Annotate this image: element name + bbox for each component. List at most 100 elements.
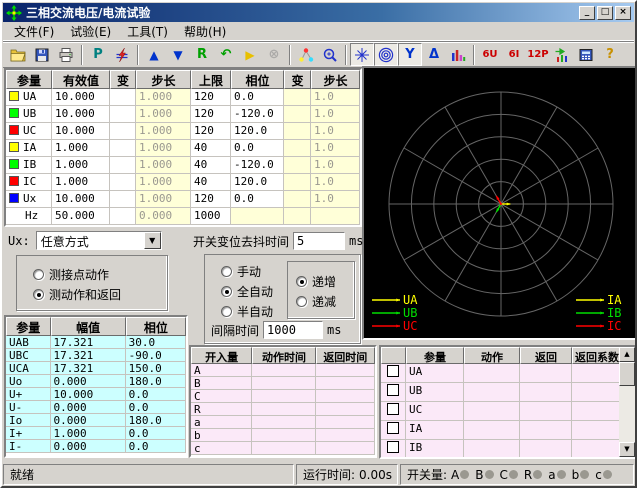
save-button[interactable] <box>30 43 54 66</box>
value-cell[interactable]: 10.000 <box>52 106 110 123</box>
radio-icon[interactable] <box>33 269 44 280</box>
auto-mode-option[interactable]: 半自动 <box>221 303 297 320</box>
minimize-button[interactable]: _ <box>579 6 595 20</box>
radio-icon[interactable] <box>33 289 44 300</box>
start-test-button[interactable]: ▶ <box>238 43 262 66</box>
value-cell[interactable]: 10.000 <box>52 191 110 208</box>
radio-icon[interactable] <box>221 286 232 297</box>
burst-view-button[interactable] <box>350 43 374 66</box>
column-header[interactable]: 返回系数 <box>572 347 621 364</box>
undo-button[interactable]: ↶ <box>214 43 238 66</box>
column-header[interactable]: 参量 <box>406 347 464 364</box>
column-header[interactable]: 有效值 <box>52 70 110 89</box>
column-header[interactable]: 动作 <box>464 347 520 364</box>
column-header[interactable]: 步长 <box>136 70 191 89</box>
six-i-button[interactable]: 6I <box>502 43 526 66</box>
checkbox-cell[interactable] <box>381 364 406 383</box>
fault-trigger-button[interactable] <box>110 43 134 66</box>
radio-icon[interactable] <box>221 306 232 317</box>
column-header[interactable] <box>381 347 406 364</box>
value-cell[interactable]: 1.000 <box>52 174 110 191</box>
scroll-thumb[interactable] <box>619 362 635 386</box>
column-header[interactable]: 返回时间 <box>316 347 375 364</box>
column-header[interactable]: 步长 <box>311 70 360 89</box>
value-cell[interactable]: 1.000 <box>52 140 110 157</box>
column-header[interactable]: 相位 <box>231 70 284 89</box>
column-header[interactable]: 参量 <box>6 70 52 89</box>
radio-icon[interactable] <box>296 276 307 287</box>
help-button[interactable]: ? <box>598 43 622 66</box>
checkbox-cell[interactable] <box>381 402 406 421</box>
value-cell[interactable]: 120.0 <box>231 123 284 140</box>
menu-test[interactable]: 试验(E) <box>63 21 118 42</box>
interval-input[interactable]: 1000 <box>263 321 323 339</box>
value-cell[interactable]: -120.0 <box>231 157 284 174</box>
row-checkbox[interactable] <box>387 403 399 415</box>
column-header[interactable]: 开入量 <box>191 347 252 364</box>
value-cell[interactable]: 0.0 <box>231 89 284 106</box>
column-header[interactable]: 幅值 <box>51 317 126 336</box>
column-header[interactable]: 参量 <box>6 317 51 336</box>
value-cell[interactable]: 10.000 <box>52 123 110 140</box>
chevron-down-icon[interactable]: ▼ <box>144 232 161 249</box>
value-cell[interactable]: 0.0 <box>231 140 284 157</box>
menu-help[interactable]: 帮助(H) <box>177 21 233 42</box>
direction-option[interactable]: 递减 <box>296 293 354 310</box>
twelve-p-button[interactable]: 12P <box>526 43 550 66</box>
auto-mode-option[interactable]: 手动 <box>221 263 297 280</box>
radio-icon[interactable] <box>296 296 307 307</box>
six-u-button[interactable]: 6U <box>478 43 502 66</box>
delta-connection-button[interactable]: Δ <box>422 43 446 66</box>
value-cell[interactable]: -120.0 <box>231 106 284 123</box>
scroll-down-icon[interactable]: ▼ <box>619 442 635 457</box>
checkbox-cell[interactable] <box>381 383 406 402</box>
step-down-button[interactable]: ▼ <box>166 43 190 66</box>
maximize-button[interactable]: □ <box>597 6 613 20</box>
six-i-icon: 6I <box>509 50 520 60</box>
close-button[interactable]: × <box>615 6 631 20</box>
row-checkbox[interactable] <box>387 365 399 377</box>
contact-mode-option[interactable]: 测动作和返回 <box>33 286 167 303</box>
column-header[interactable]: 返回 <box>520 347 572 364</box>
wye-connection-button[interactable]: Y <box>398 43 422 66</box>
print-button[interactable] <box>54 43 78 66</box>
bar-graph-button[interactable] <box>446 43 470 66</box>
value-cell[interactable]: 120.0 <box>231 174 284 191</box>
checkbox-cell[interactable] <box>381 421 406 440</box>
parameter-name-cell: Ux <box>6 191 52 208</box>
color-swatch <box>9 91 19 101</box>
row-checkbox[interactable] <box>387 422 399 434</box>
rings-view-button[interactable] <box>374 43 398 66</box>
value-cell[interactable]: 1.000 <box>52 157 110 174</box>
ux-mode-select[interactable]: 任意方式 ▼ <box>36 231 162 250</box>
value-cell[interactable]: 10.000 <box>52 89 110 106</box>
auto-mode-option[interactable]: 全自动 <box>221 283 297 300</box>
radio-icon[interactable] <box>221 266 232 277</box>
row-checkbox[interactable] <box>387 384 399 396</box>
column-header[interactable]: 变 <box>110 70 136 89</box>
vector-diagram-button[interactable] <box>294 43 318 66</box>
direction-option[interactable]: 递增 <box>296 273 354 290</box>
column-header[interactable]: 动作时间 <box>252 347 315 364</box>
value-cell[interactable]: 50.000 <box>52 208 110 225</box>
output-map-button[interactable] <box>550 43 574 66</box>
parameter-button[interactable]: P <box>86 43 110 66</box>
column-header[interactable]: 相位 <box>126 317 186 336</box>
row-checkbox[interactable] <box>387 441 399 453</box>
step-up-button[interactable]: ▲ <box>142 43 166 66</box>
contact-mode-option[interactable]: 测接点动作 <box>33 266 167 283</box>
value-cell[interactable] <box>231 208 284 225</box>
column-header[interactable]: 上限 <box>191 70 231 89</box>
column-header[interactable]: 变 <box>284 70 311 89</box>
vertical-scrollbar[interactable]: ▲ ▼ <box>619 347 635 457</box>
checkbox-cell[interactable] <box>381 440 406 459</box>
zoom-button[interactable] <box>318 43 342 66</box>
menu-tools[interactable]: 工具(T) <box>120 21 175 42</box>
calculator-button[interactable] <box>574 43 598 66</box>
debounce-input[interactable]: 5 <box>293 232 345 250</box>
open-file-button[interactable] <box>6 43 30 66</box>
scroll-up-icon[interactable]: ▲ <box>619 347 635 362</box>
reset-button[interactable]: R <box>190 43 214 66</box>
value-cell[interactable]: 0.0 <box>231 191 284 208</box>
menu-file[interactable]: 文件(F) <box>7 21 61 42</box>
